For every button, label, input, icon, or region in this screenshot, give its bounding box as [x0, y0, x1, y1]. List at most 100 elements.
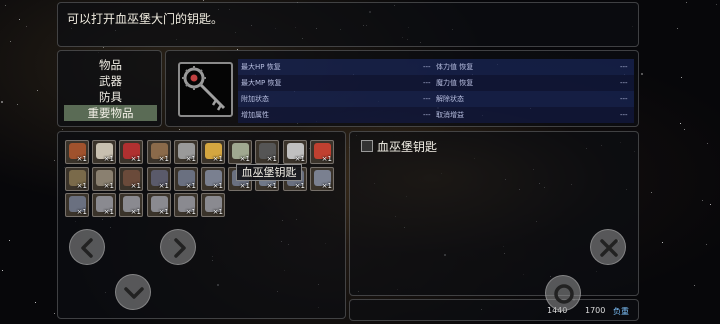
inventory-slot[interactable]: ×1 [228, 140, 252, 164]
stat-label: 最大MP 恢复 [241, 79, 282, 87]
item-quantity: ×1 [212, 155, 223, 163]
inventory-slot[interactable]: ×1 [65, 193, 89, 217]
weight-max: 1700 [585, 306, 606, 315]
item-detail-panel: 血巫堡钥匙 [349, 131, 639, 296]
star [26, 26, 27, 27]
item-quantity: ×1 [266, 182, 277, 190]
inventory-slot[interactable]: ×1 [255, 140, 279, 164]
chevron-down-icon [124, 287, 144, 299]
stat-row: 增加属性 --- 取消增益 --- [238, 107, 634, 123]
inventory-slot[interactable]: ×1 [119, 140, 143, 164]
next-page-button[interactable] [160, 229, 196, 265]
chevron-right-icon [174, 238, 186, 258]
inventory-slot[interactable]: ×1 [147, 167, 171, 191]
stat-value: --- [620, 79, 628, 87]
category-weapons[interactable]: 武器 [64, 73, 157, 89]
item-quantity: ×1 [321, 182, 332, 190]
inventory-slot[interactable]: ×1 [310, 140, 334, 164]
confirm-button[interactable] [545, 275, 581, 311]
item-quantity: ×1 [266, 155, 277, 163]
stat-row: 附加状态 --- 解除状态 --- [238, 91, 634, 107]
item-quantity: ×1 [185, 155, 196, 163]
item-quantity: ×1 [321, 155, 332, 163]
inventory-slot[interactable]: ×1 [147, 193, 171, 217]
category-items[interactable]: 物品 [64, 57, 157, 73]
inventory-slot[interactable]: ×1 [174, 140, 198, 164]
stat-label: 取消增益 [436, 111, 464, 119]
star [19, 19, 20, 20]
inventory-slot[interactable]: ×1 [92, 193, 116, 217]
inventory-slot[interactable]: ×1 [201, 193, 225, 217]
inventory-slot[interactable]: ×1 [92, 167, 116, 191]
chevron-left-icon [81, 238, 93, 258]
star [716, 4, 717, 5]
prev-page-button[interactable] [69, 229, 105, 265]
stat-label: 体力值 恢复 [436, 63, 474, 71]
stat-label: 解除状态 [436, 95, 464, 103]
star [694, 285, 695, 286]
inventory-slot[interactable]: ×1 [310, 167, 334, 191]
stat-label: 增加属性 [241, 111, 269, 119]
inventory-slot[interactable]: ×1 [119, 167, 143, 191]
star [684, 129, 685, 130]
star [37, 90, 38, 91]
star [651, 192, 652, 193]
star [62, 129, 63, 130]
category-armor[interactable]: 防具 [64, 89, 157, 105]
item-quantity: ×1 [294, 182, 305, 190]
star [54, 313, 55, 314]
star [35, 302, 36, 303]
star [2, 270, 3, 271]
star [680, 123, 681, 124]
item-quantity: ×1 [185, 182, 196, 190]
close-button[interactable] [590, 229, 626, 265]
inventory-slot[interactable]: ×1 [174, 167, 198, 191]
star [681, 77, 682, 78]
item-quantity: ×1 [130, 208, 141, 216]
item-quantity: ×1 [103, 155, 114, 163]
scroll-down-button[interactable] [115, 274, 151, 310]
inventory-slot[interactable]: ×1 [174, 193, 198, 217]
stat-value: --- [423, 111, 431, 119]
star [1, 101, 3, 103]
item-quantity: ×1 [158, 208, 169, 216]
star [662, 242, 663, 243]
circle-icon [554, 284, 574, 304]
inventory-slot[interactable]: ×1 [65, 140, 89, 164]
star [9, 240, 10, 241]
item-icon-frame [178, 62, 233, 117]
category-key-items[interactable]: 重要物品 [64, 105, 157, 121]
item-tooltip: 血巫堡钥匙 [236, 164, 302, 181]
weight-label: 负重 [613, 307, 629, 316]
star [686, 2, 687, 3]
stat-row: 最大HP 恢复 --- 体力值 恢复 --- [238, 59, 634, 75]
star [54, 160, 55, 161]
item-quantity: ×1 [212, 182, 223, 190]
inventory-slot[interactable]: ×1 [119, 193, 143, 217]
stat-label: 附加状态 [241, 95, 269, 103]
inventory-slot[interactable]: ×1 [201, 167, 225, 191]
item-quantity: ×1 [103, 182, 114, 190]
stat-value: --- [620, 95, 628, 103]
stat-label: 最大HP 恢复 [241, 63, 281, 71]
item-quantity: ×1 [239, 182, 250, 190]
item-quantity: ×1 [130, 155, 141, 163]
inventory-slot[interactable]: ×1 [147, 140, 171, 164]
stat-value: --- [423, 79, 431, 87]
star [641, 73, 643, 75]
inventory-slot[interactable]: ×1 [92, 140, 116, 164]
inventory-slot[interactable]: ×1 [283, 140, 307, 164]
item-stats-panel: 最大HP 恢复 --- 体力值 恢复 --- 最大MP 恢复 --- 魔力值 恢… [165, 50, 639, 127]
inventory-slot[interactable]: ×1 [65, 167, 89, 191]
star [179, 129, 180, 130]
key-icon [182, 66, 226, 111]
star [103, 47, 104, 48]
item-quantity: ×1 [130, 182, 141, 190]
item-quantity: ×1 [76, 182, 87, 190]
inventory-slot[interactable]: ×1 [201, 140, 225, 164]
stat-value: --- [620, 111, 628, 119]
item-quantity: ×1 [239, 155, 250, 163]
stat-row: 最大MP 恢复 --- 魔力值 恢复 --- [238, 75, 634, 91]
stat-value: --- [423, 95, 431, 103]
star [710, 204, 711, 205]
